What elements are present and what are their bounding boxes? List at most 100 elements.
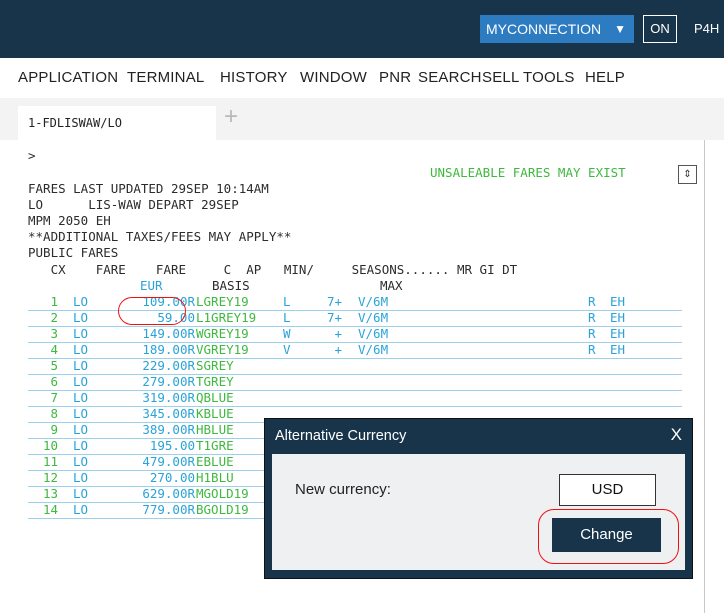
fare-cell-basis: L1GREY19 [196,310,257,325]
fare-cell-basis: H1BLU [196,470,234,485]
fare-cell-basis: MGOLD19 [196,486,249,501]
fare-cell-no: 8 [50,406,58,421]
unsaleable-warning: UNSALEABLE FARES MAY EXIST [430,165,626,180]
fare-cell-c: L [283,294,291,309]
fare-cell-fare: 319.00R [142,390,195,405]
fare-cell-mr: R [588,294,596,309]
menu-window[interactable]: WINDOW [300,69,367,86]
fare-cell-ap: + [334,342,342,357]
fare-header-basis: BASIS [212,278,250,293]
fare-row: 5 LO 229.00R SGREY [28,358,682,375]
fare-cell-gi: EH [610,294,626,309]
terminal-prompt: > [28,148,36,163]
fare-cell-cx: LO [73,438,89,453]
change-highlight [538,509,679,564]
fare-cell-mr: R [588,342,596,357]
fare-cell-fare: 195.00 [149,438,195,453]
fare-row: 7 LO 319.00R QBLUE [28,390,682,407]
fare-cell-gi: EH [610,342,626,357]
fare-cell-cx: LO [73,342,89,357]
close-icon[interactable]: X [671,425,682,445]
tab-fdliswaw[interactable]: 1-FDLISWAW/LO [18,106,216,140]
myconnection-dropdown[interactable]: MYCONNECTION ▼ [480,15,634,43]
plus-icon[interactable]: + [224,103,238,131]
fare-cell-cx: LO [73,294,89,309]
menu-sell[interactable]: SELL [482,69,520,86]
fare-cell-no: 1 [50,294,58,309]
fare-header-max: MAX [380,278,403,293]
fare-cell-mr: R [588,326,596,341]
chevron-down-icon: ▼ [614,22,626,36]
currency-input[interactable]: USD [559,474,656,506]
fare-cell-ap: 7+ [326,294,342,309]
fare-cell-cx: LO [73,390,89,405]
terminal-line: FARES LAST UPDATED 29SEP 10:14AM [28,181,269,196]
fare-cell-gi: EH [610,326,626,341]
fare-row: 3 LO 149.00R WGREY19 W + V/6M R EH [28,326,682,343]
fare-cell-no: 13 [42,486,58,501]
fare-cell-cx: LO [73,310,89,325]
fare-cell-basis: HBLUE [196,422,234,437]
fare-cell-no: 3 [50,326,58,341]
fare-cell-basis: EBLUE [196,454,234,469]
fare-cell-minmax: V/6M [358,342,389,357]
fare-cell-no: 12 [42,470,58,485]
fare-cell-no: 11 [42,454,58,469]
fare-cell-cx: LO [73,502,89,517]
fare-cell-no: 4 [50,342,58,357]
fare-cell-no: 14 [42,502,58,517]
fare-cell-no: 2 [50,310,58,325]
fare-cell-fare: 479.00R [142,454,195,469]
fare-cell-fare: 389.00R [142,422,195,437]
fare-cell-cx: LO [73,374,89,389]
fare-cell-fare: 189.00R [142,342,195,357]
myconnection-label: MYCONNECTION [486,21,602,37]
terminal-line: PUBLIC FARES [28,245,119,260]
fare-cell-cx: LO [73,454,89,469]
fare-cell-minmax: V/6M [358,310,389,325]
fare-cell-c: V [283,342,291,357]
fare-cell-basis: QBLUE [196,390,234,405]
fare-cell-cx: LO [73,422,89,437]
menu-tools[interactable]: TOOLS [523,69,575,86]
fare-cell-basis: TGREY [196,374,234,389]
user-label: P4H [694,21,720,36]
fare-cell-c: W [283,326,291,341]
fare-cell-no: 10 [42,438,58,453]
fare-cell-basis: WGREY19 [196,326,249,341]
fare-cell-no: 7 [50,390,58,405]
menu-search[interactable]: SEARCH [418,69,482,86]
fare-cell-basis: T1GRE [196,438,234,453]
fare-cell-gi: EH [610,310,626,325]
menu-pnr[interactable]: PNR [379,69,411,86]
fare-cell-minmax: V/6M [358,326,389,341]
menu-terminal[interactable]: TERMINAL [127,69,204,86]
fare-cell-basis: BGOLD19 [196,502,249,517]
fare-cell-minmax: V/6M [358,294,389,309]
menu-help[interactable]: HELP [585,69,625,86]
fare-cell-ap: 7+ [326,310,342,325]
menu-bar: APPLICATION TERMINAL HISTORY WINDOW PNR … [0,58,724,98]
fare-cell-cx: LO [73,486,89,501]
fare-cell-fare: 629.00R [142,486,195,501]
fare-cell-cx: LO [73,470,89,485]
fare-cell-no: 6 [50,374,58,389]
fare-cell-basis: LGREY19 [196,294,249,309]
dialog-title: Alternative Currency [275,428,407,444]
terminal-line: **ADDITIONAL TAXES/FEES MAY APPLY** [28,229,292,244]
fare-row: 6 LO 279.00R TGREY [28,374,682,391]
on-toggle[interactable]: ON [643,15,677,43]
eur-highlight [118,297,186,325]
new-currency-label: New currency: [295,481,391,498]
menu-history[interactable]: HISTORY [220,69,288,86]
scroll-up-down-icon[interactable]: ⇕ [678,165,697,184]
fare-header-row1: CX FARE FARE C AP MIN/ SEASONS...... MR … [28,262,518,277]
menu-application[interactable]: APPLICATION [18,69,118,86]
fare-row: 4 LO 189.00R VGREY19 V + V/6M R EH [28,342,682,359]
fare-header-eur: EUR [140,278,163,293]
fare-cell-mr: R [588,310,596,325]
terminal-line: LO LIS-WAW DEPART 29SEP [28,197,239,212]
fare-cell-fare: 149.00R [142,326,195,341]
fare-cell-fare: 229.00R [142,358,195,373]
fare-cell-cx: LO [73,406,89,421]
